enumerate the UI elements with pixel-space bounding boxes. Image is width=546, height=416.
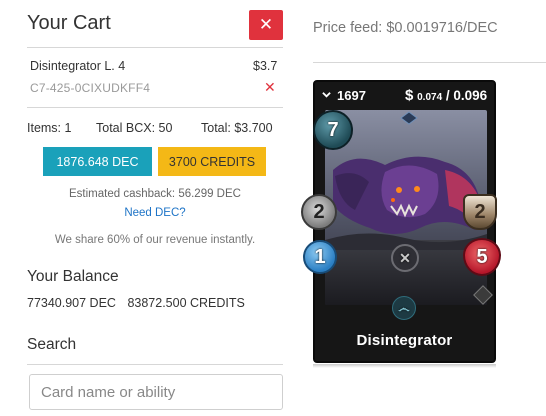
credits-balance: 83872.500 CREDITS: [127, 296, 245, 310]
total-bcx: Total BCX: 50: [96, 121, 173, 135]
card-price: $ 0.074 / 0.096: [405, 87, 487, 104]
search-input[interactable]: [29, 374, 283, 410]
close-cart-button[interactable]: ✕: [249, 10, 283, 40]
price-feed: Price feed: $0.0019716/DEC: [313, 20, 498, 36]
price-low: 0.074: [417, 92, 443, 103]
element-icon: ෴: [392, 296, 416, 320]
armor-value: 2: [474, 200, 486, 223]
mana-icon: 7: [313, 110, 353, 150]
pay-with-credits-button[interactable]: 3700 CREDITS: [158, 147, 266, 176]
armor-icon: 2: [463, 194, 497, 230]
health-value: 5: [476, 245, 488, 268]
divider: [27, 47, 283, 48]
cart-item-price: $3.7: [253, 59, 278, 73]
estimated-cashback: Estimated cashback: 56.299 DEC: [69, 188, 241, 200]
divider: [27, 107, 283, 108]
remove-item-icon[interactable]: ✕: [264, 79, 276, 96]
speed-icon: 1: [303, 240, 337, 274]
cart-panel: Your Cart ✕ Disintegrator L. 4 $3.7 C7-4…: [0, 0, 292, 416]
ability-icon: ✕: [391, 244, 419, 272]
close-icon: ✕: [258, 15, 274, 34]
dollar-icon: $: [405, 87, 414, 104]
cart-item-id: C7-425-0CIXUDKFF4: [30, 81, 151, 95]
divider: [313, 62, 546, 63]
price-high: 0.096: [453, 88, 488, 103]
dec-balance: 77340.907 DEC: [27, 296, 116, 310]
cart-item-name: Disintegrator L. 4: [30, 59, 126, 73]
pay-with-dec-button[interactable]: 1876.648 DEC: [43, 147, 152, 176]
card-count: 1697: [337, 88, 366, 103]
chevron-down-icon[interactable]: [322, 90, 331, 99]
revenue-share-note: We share 60% of our revenue instantly.: [54, 234, 256, 246]
card-header: 1697 $ 0.074 / 0.096: [317, 84, 492, 108]
cart-title: Your Cart: [27, 12, 111, 34]
search-title: Search: [27, 336, 77, 353]
items-count: Items: 1: [27, 121, 72, 135]
balance-title: Your Balance: [27, 268, 119, 285]
need-dec-link[interactable]: Need DEC?: [0, 207, 310, 219]
total-price: Total: $3.700: [201, 121, 273, 135]
melee-value: 2: [313, 200, 325, 223]
price-separator: /: [442, 88, 454, 103]
divider: [27, 364, 283, 365]
melee-attack-icon: 2: [301, 194, 337, 230]
mana-value: 7: [327, 118, 339, 141]
speed-value: 1: [314, 245, 326, 268]
card-shadow: [313, 364, 496, 368]
balance-values: 77340.907 DEC 83872.500 CREDITS: [27, 296, 245, 310]
health-icon: 5: [463, 238, 501, 276]
card-name: Disintegrator: [356, 332, 453, 349]
card-preview[interactable]: 1697 $ 0.074 / 0.096 ✕ ෴ Disintegrator 7…: [301, 80, 501, 363]
